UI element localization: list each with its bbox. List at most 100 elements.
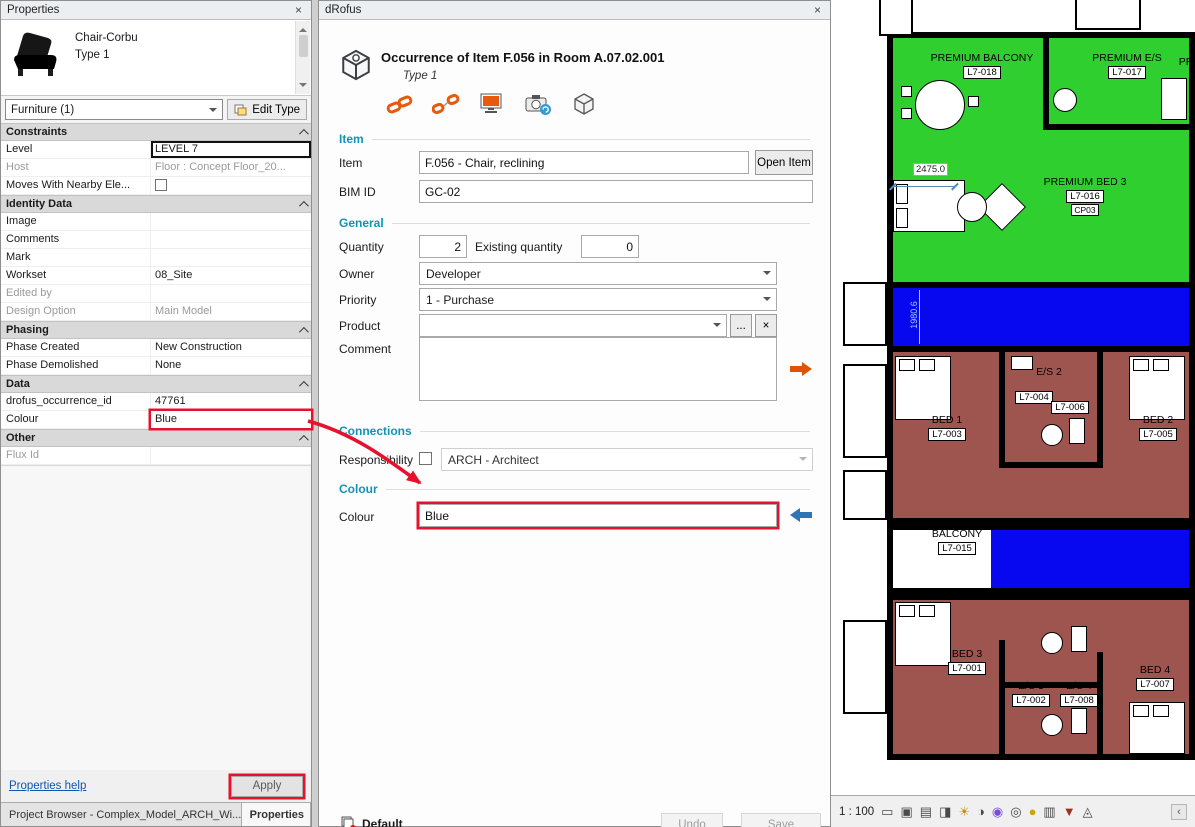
collapse-icon[interactable] <box>299 326 309 336</box>
property-value-text: Blue <box>155 413 177 425</box>
exterior-balcony <box>843 282 887 346</box>
scroll-up-icon[interactable] <box>299 24 307 32</box>
temporary-hide-icon[interactable]: ◎ <box>1010 805 1021 818</box>
property-value[interactable] <box>151 447 311 464</box>
priority-value: 1 - Purchase <box>426 293 494 307</box>
room-label-bed-1: BED 1 L7-003 <box>911 414 983 441</box>
property-value[interactable]: 08_Site <box>151 267 311 284</box>
visual-style-icon[interactable]: ◨ <box>939 805 951 818</box>
view-scale[interactable]: 1 : 100 <box>839 806 874 818</box>
type-selector[interactable]: Chair-Corbu Type 1 <box>1 20 311 96</box>
item-input[interactable] <box>419 151 749 174</box>
product-browse-button[interactable]: ... <box>730 314 752 337</box>
link-icon[interactable] <box>385 90 415 118</box>
property-label: Edited by <box>1 285 151 302</box>
quantity-input[interactable] <box>419 235 467 258</box>
unlink-icon[interactable] <box>431 90 461 118</box>
occurrence-type: Type 1 <box>403 70 437 82</box>
push-to-drofus-arrow-icon[interactable] <box>789 361 813 380</box>
open-item-button[interactable]: Open Item <box>755 150 813 175</box>
scroll-left-arrow-icon[interactable]: ‹ <box>1171 804 1187 820</box>
undo-button[interactable]: Undo <box>661 813 723 827</box>
apply-button[interactable]: Apply <box>231 776 303 797</box>
property-section-constraints[interactable]: Constraints <box>1 123 311 141</box>
property-value[interactable] <box>151 231 311 248</box>
sun-path-icon[interactable]: ☀ <box>958 805 970 818</box>
profile-selector[interactable]: Default <box>341 816 403 827</box>
property-label: Moves With Nearby Ele... <box>1 177 151 194</box>
property-value[interactable]: 47761 <box>151 393 311 410</box>
properties-grid: ConstraintsLevelLEVEL 7HostFloor : Conce… <box>1 123 311 466</box>
property-section-identity-data[interactable]: Identity Data <box>1 195 311 213</box>
type-selector-scrollbar[interactable] <box>295 21 310 94</box>
property-value[interactable] <box>151 285 311 302</box>
comment-textarea[interactable] <box>419 337 777 401</box>
close-icon[interactable]: × <box>811 3 824 17</box>
bim-id-input[interactable] <box>419 180 813 203</box>
drofus-titlebar[interactable]: dRofus × <box>319 1 830 20</box>
property-section-other[interactable]: Other <box>1 429 311 447</box>
product-dropdown[interactable] <box>419 314 727 337</box>
collapse-icon[interactable] <box>299 200 309 210</box>
property-value[interactable] <box>151 177 311 194</box>
collapse-icon[interactable] <box>299 380 309 390</box>
show-crop-icon[interactable]: ▭ <box>881 805 893 818</box>
property-value[interactable]: Floor : Concept Floor_20... <box>151 159 311 176</box>
property-value[interactable]: Blue <box>151 411 311 428</box>
properties-titlebar[interactable]: Properties × <box>1 1 311 20</box>
shadows-icon[interactable]: ◑ <box>977 805 985 818</box>
category-filter-row: Furniture (1) Edit Type <box>1 96 311 123</box>
rendering-icon[interactable]: ◉ <box>992 805 1003 818</box>
property-value[interactable]: New Construction <box>151 339 311 356</box>
room-balcony-blue[interactable] <box>991 530 1195 588</box>
property-value[interactable]: Main Model <box>151 303 311 320</box>
category-filter-dropdown[interactable]: Furniture (1) <box>5 99 223 120</box>
scroll-down-icon[interactable] <box>299 83 307 91</box>
colour-input[interactable] <box>419 504 777 527</box>
revit-floor-plan-view[interactable]: 2475.0 1980.6 <box>831 0 1195 827</box>
pull-from-drofus-arrow-icon[interactable] <box>789 507 813 526</box>
property-value[interactable] <box>151 213 311 230</box>
room-label-bed-4: BED 4 L7-007 <box>1123 664 1187 691</box>
worksharing-icon[interactable]: ▥ <box>1043 805 1055 818</box>
property-value[interactable]: LEVEL 7 <box>151 141 311 158</box>
detail-level-icon[interactable]: ▤ <box>920 805 932 818</box>
owner-dropdown[interactable]: Developer <box>419 262 777 285</box>
collapse-icon[interactable] <box>299 434 309 444</box>
filter-icon[interactable]: ▼ <box>1063 805 1076 818</box>
room-label-premium-bed-3: PREMIUM BED 3 L7-016 CP03 <box>1029 176 1141 217</box>
dimension-label: 2475.0 <box>913 163 948 176</box>
room-corridor-blue[interactable] <box>893 288 1195 346</box>
collapse-icon[interactable] <box>299 128 309 138</box>
property-section-data[interactable]: Data <box>1 375 311 393</box>
property-section-phasing[interactable]: Phasing <box>1 321 311 339</box>
application-root: Properties × Chair-Corbu Type 1 <box>0 0 1195 827</box>
plan-canvas[interactable]: 2475.0 1980.6 <box>831 0 1195 795</box>
ifc-box-icon[interactable] <box>569 90 599 118</box>
family-name: Chair-Corbu <box>75 30 138 47</box>
property-row-phase-created: Phase CreatedNew Construction <box>1 339 311 357</box>
property-value[interactable]: None <box>151 357 311 374</box>
responsibility-checkbox[interactable] <box>419 452 432 465</box>
properties-help-link[interactable]: Properties help <box>9 780 86 792</box>
scroll-thumb[interactable] <box>299 35 308 57</box>
priority-dropdown[interactable]: 1 - Purchase <box>419 288 777 311</box>
close-icon[interactable]: × <box>292 3 305 17</box>
responsibility-dropdown[interactable]: ARCH - Architect <box>441 448 813 471</box>
checkbox[interactable] <box>155 179 167 191</box>
tab-project-browser[interactable]: Project Browser - Complex_Model_ARCH_Wi.… <box>1 803 242 826</box>
property-value[interactable] <box>151 249 311 266</box>
analytical-model-icon[interactable]: ◬ <box>1083 805 1093 818</box>
existing-quantity-input[interactable] <box>581 235 639 258</box>
edit-type-button[interactable]: Edit Type <box>227 99 307 120</box>
sync-image-icon[interactable] <box>523 90 553 118</box>
crop-view-icon[interactable]: ▣ <box>900 805 912 818</box>
save-button[interactable]: Save <box>741 813 821 827</box>
exterior-shape <box>1075 0 1141 30</box>
reveal-hidden-icon[interactable]: ● <box>1029 805 1037 818</box>
tab-properties[interactable]: Properties <box>242 803 311 826</box>
show-in-model-icon[interactable] <box>477 90 507 118</box>
chevron-down-icon <box>209 108 217 116</box>
room-label-premium-es: PREMIUM E/S L7-017 <box>1079 52 1175 79</box>
product-clear-button[interactable]: × <box>755 314 777 337</box>
